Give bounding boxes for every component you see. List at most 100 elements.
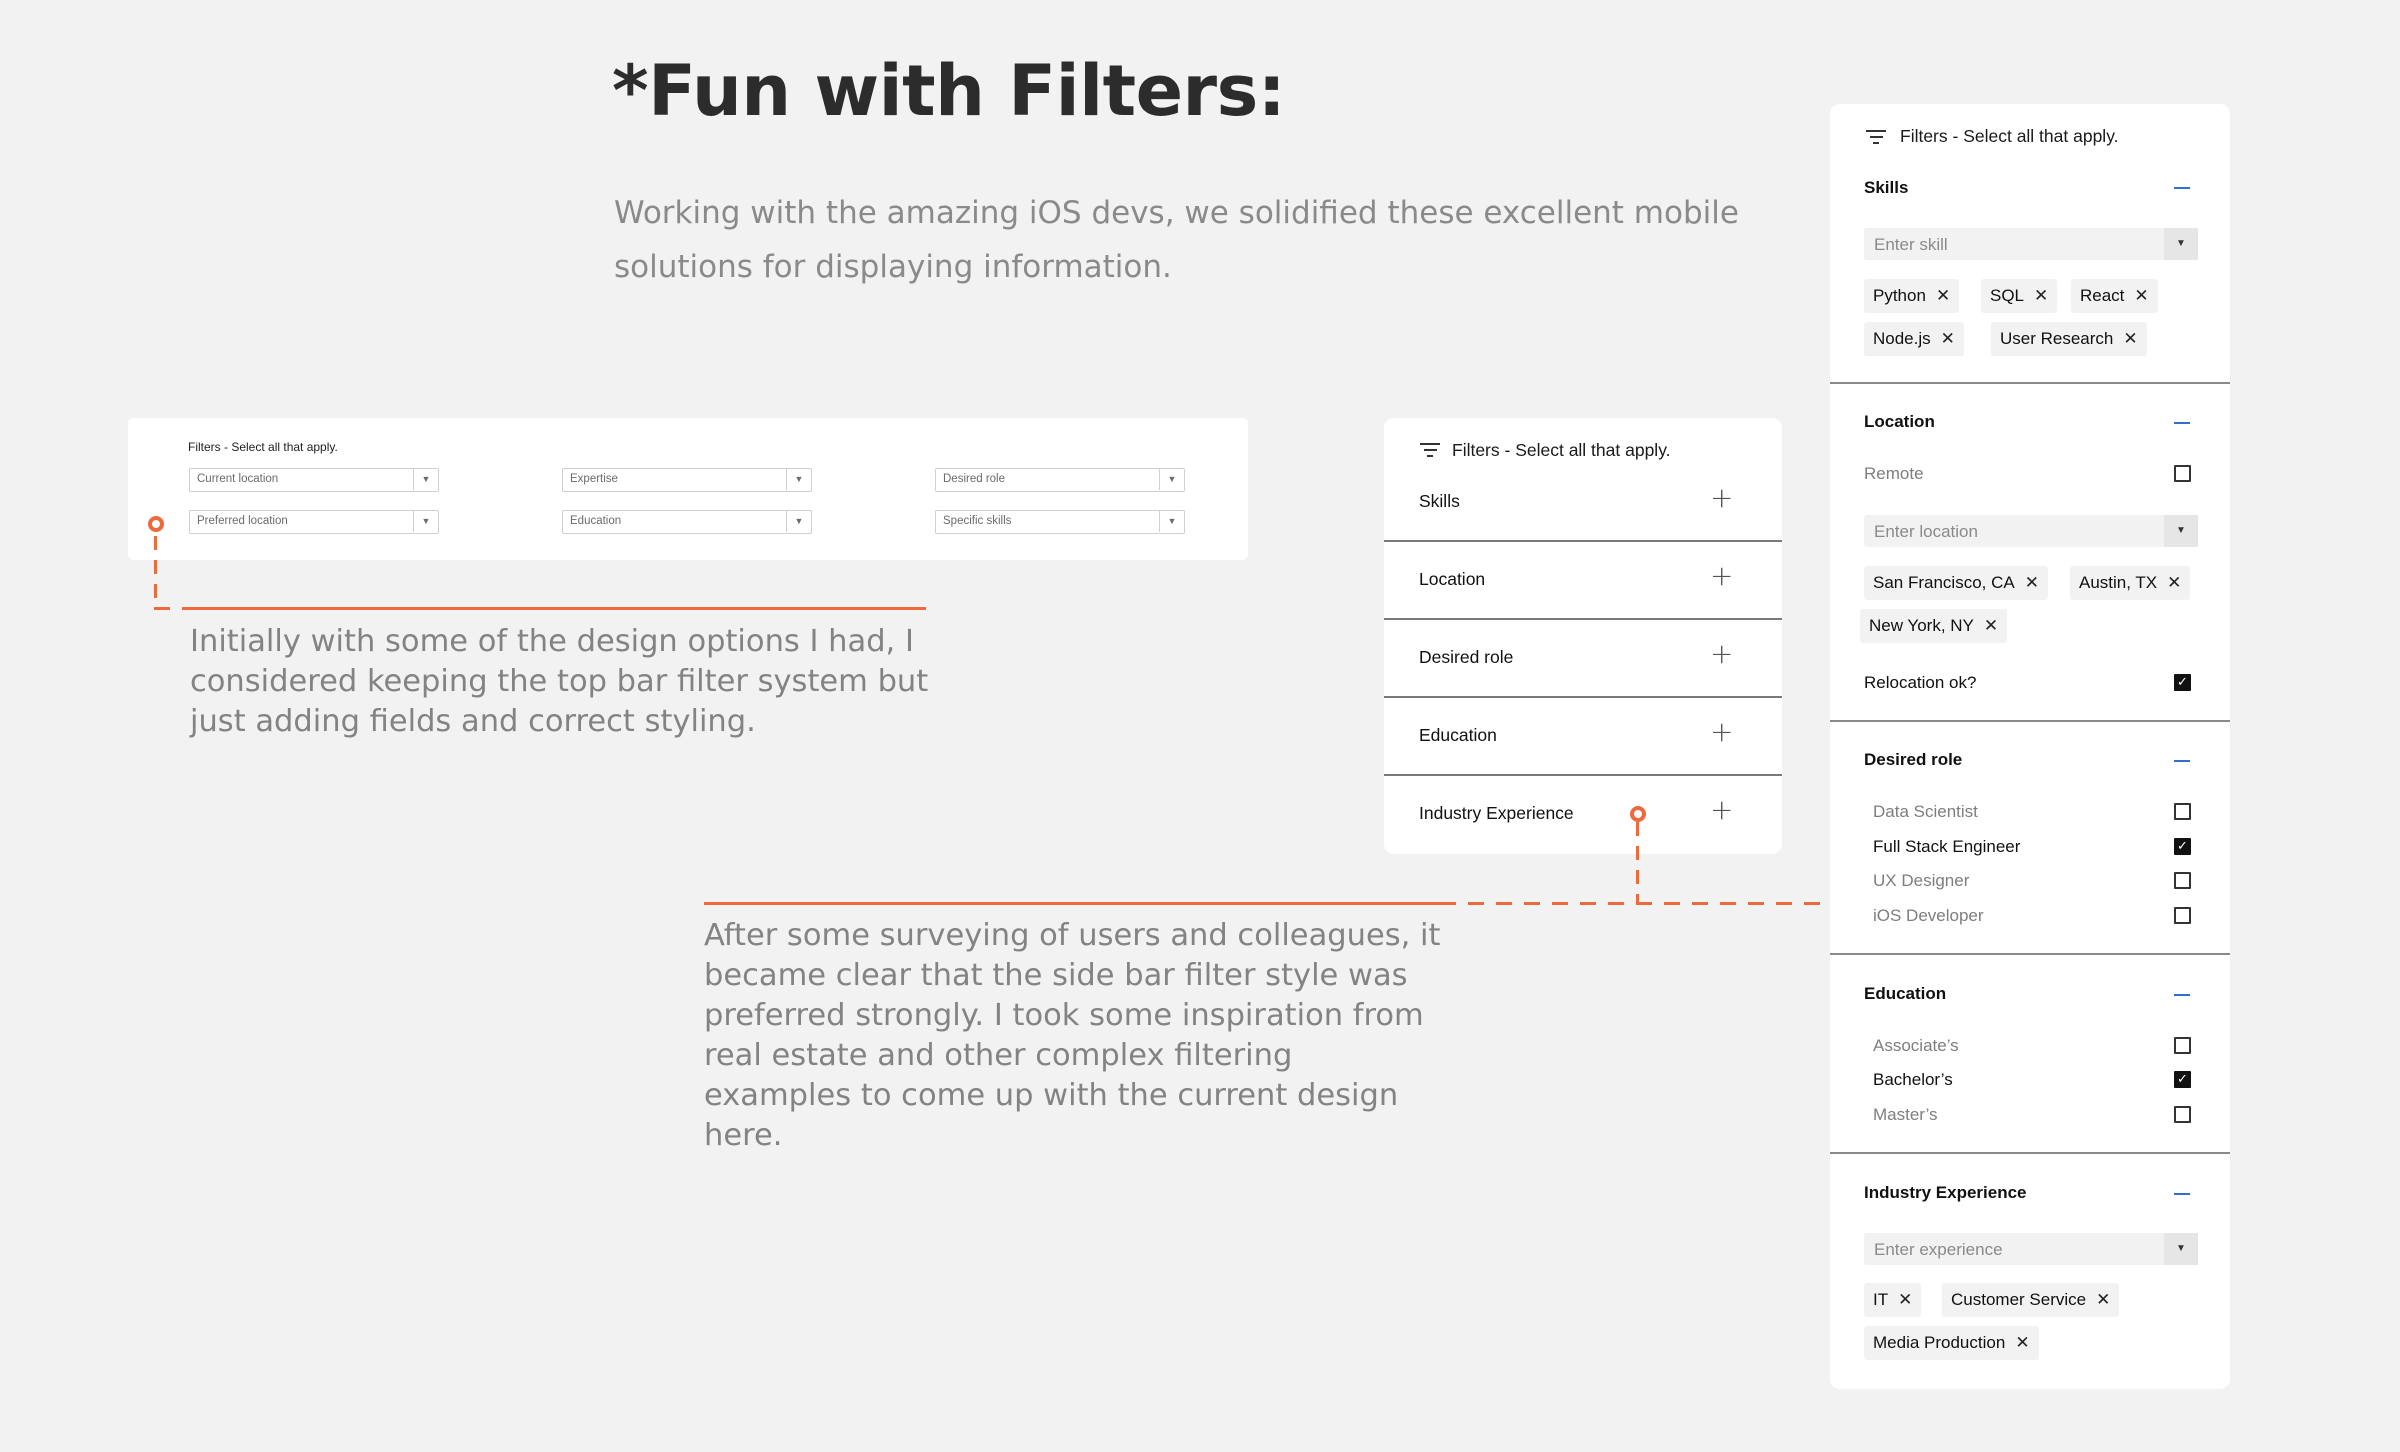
divider: [1830, 953, 2230, 955]
section-title-industry-experience: Industry Experience: [1864, 1183, 2027, 1202]
plus-icon[interactable]: +: [1710, 793, 1733, 826]
skill-chip: React ✕: [2071, 279, 2158, 313]
sidebar-section-education[interactable]: Education +: [1384, 715, 1782, 803]
skill-chip: SQL ✕: [1981, 279, 2058, 313]
select-label: Current location: [197, 473, 279, 485]
select-label: Specific skills: [943, 515, 1012, 527]
sidebar-expanded-card: Filters - Select all that apply. Skills …: [1830, 104, 2230, 1389]
close-icon[interactable]: ✕: [1936, 286, 1950, 306]
location-chip: New York, NY ✕: [1860, 609, 2008, 643]
annotation-rule: [704, 902, 1440, 905]
industry-chip: Media Production ✕: [1864, 1326, 2039, 1360]
plus-icon[interactable]: +: [1710, 715, 1733, 748]
close-icon[interactable]: ✕: [2134, 286, 2148, 306]
sidebar-section-location[interactable]: Location +: [1384, 559, 1782, 647]
skill-input[interactable]: Enter skill ▼: [1864, 228, 2198, 260]
divider: [1384, 540, 1782, 542]
specific-skills-select[interactable]: Specific skills ▼: [935, 510, 1185, 534]
sidebar-section-desired-role[interactable]: Desired role +: [1384, 637, 1782, 725]
education-option-label: Master’s: [1873, 1105, 1938, 1124]
select-label: Expertise: [570, 473, 618, 485]
education-checkbox-associates[interactable]: [2174, 1037, 2191, 1054]
close-icon[interactable]: ✕: [1984, 616, 1998, 636]
role-option-label: iOS Developer: [1873, 906, 1984, 925]
close-icon[interactable]: ✕: [2015, 1333, 2029, 1353]
chip-label: React: [2080, 286, 2125, 305]
experience-input[interactable]: Enter experience ▼: [1864, 1233, 2198, 1265]
section-label: Skills: [1419, 491, 1460, 511]
checkmark-icon: ✓: [2177, 675, 2188, 690]
skill-chip: Python ✕: [1864, 279, 1960, 313]
topbar-filter-title: Filters - Select all that apply.: [188, 440, 338, 454]
close-icon[interactable]: ✕: [2123, 329, 2137, 349]
note-topbar: Initially with some of the design option…: [190, 624, 929, 739]
chip-label: Customer Service: [1951, 1290, 2087, 1309]
minus-icon[interactable]: [2174, 760, 2190, 762]
education-checkbox-masters[interactable]: [2174, 1106, 2191, 1123]
expertise-select[interactable]: Expertise ▼: [562, 468, 812, 492]
location-input[interactable]: Enter location ▼: [1864, 515, 2198, 547]
role-checkbox-ux-designer[interactable]: [2174, 872, 2191, 889]
sidebar-collapsed-card: Filters - Select all that apply. Skills …: [1384, 418, 1782, 854]
filter-icon: [1866, 130, 1886, 146]
current-location-select[interactable]: Current location ▼: [189, 468, 439, 492]
note-sidebar: After some surveying of users and collea…: [704, 918, 1441, 1153]
plus-icon[interactable]: +: [1710, 481, 1733, 514]
annotation-connector: [154, 607, 186, 610]
caret-down-icon[interactable]: ▼: [2164, 228, 2198, 260]
remote-label: Remote: [1864, 464, 1924, 483]
caret-down-icon[interactable]: ▼: [2164, 515, 2198, 547]
education-option-label: Bachelor’s: [1873, 1070, 1953, 1089]
caret-down-icon: ▼: [413, 469, 438, 490]
section-title-education: Education: [1864, 984, 1947, 1003]
close-icon[interactable]: ✕: [2025, 573, 2039, 593]
annotation-connector: [1440, 902, 1840, 905]
minus-icon[interactable]: [2174, 422, 2190, 424]
caret-down-icon[interactable]: ▼: [2164, 1233, 2198, 1265]
close-icon[interactable]: ✕: [2096, 1290, 2110, 1310]
chip-label: Python: [1873, 286, 1926, 305]
plus-icon[interactable]: +: [1710, 637, 1733, 670]
annotation-rule: [186, 607, 926, 610]
caret-down-icon: ▼: [413, 511, 438, 532]
select-label: Desired role: [943, 473, 1005, 485]
remote-checkbox[interactable]: [2174, 465, 2191, 482]
divider: [1830, 382, 2230, 384]
skill-chip: Node.js ✕: [1864, 322, 1964, 356]
minus-icon[interactable]: [2174, 187, 2190, 189]
skill-chip: User Research ✕: [1991, 322, 2147, 356]
section-title-skills: Skills: [1864, 178, 1909, 197]
caret-down-icon: ▼: [1159, 469, 1184, 490]
sidebar-section-skills[interactable]: Skills +: [1384, 481, 1782, 569]
close-icon[interactable]: ✕: [2034, 286, 2048, 306]
role-checkbox-full-stack-engineer[interactable]: ✓: [2174, 838, 2191, 855]
industry-chip: Customer Service ✕: [1942, 1283, 2120, 1317]
role-checkbox-ios-developer[interactable]: [2174, 907, 2191, 924]
preferred-location-select[interactable]: Preferred location ▼: [189, 510, 439, 534]
sidebar-section-industry-experience[interactable]: Industry Experience +: [1384, 793, 1782, 854]
section-label: Education: [1419, 725, 1497, 745]
role-option-label: Data Scientist: [1873, 802, 1978, 821]
checkmark-icon: ✓: [2177, 839, 2188, 854]
close-icon[interactable]: ✕: [2167, 573, 2181, 593]
minus-icon[interactable]: [2174, 994, 2190, 996]
expanded-filter-title: Filters - Select all that apply.: [1900, 126, 2119, 146]
role-checkbox-data-scientist[interactable]: [2174, 803, 2191, 820]
close-icon[interactable]: ✕: [1898, 1290, 1912, 1310]
relocation-checkbox[interactable]: ✓: [2174, 674, 2191, 691]
minus-icon[interactable]: [2174, 1193, 2190, 1195]
location-chip: Austin, TX ✕: [2070, 566, 2191, 600]
select-label: Preferred location: [197, 515, 288, 527]
education-select[interactable]: Education ▼: [562, 510, 812, 534]
desired-role-select[interactable]: Desired role ▼: [935, 468, 1185, 492]
role-option-label: Full Stack Engineer: [1873, 837, 2021, 856]
plus-icon[interactable]: +: [1710, 559, 1733, 592]
chip-label: San Francisco, CA: [1873, 573, 2015, 592]
sidebar-filter-title: Filters - Select all that apply.: [1452, 440, 1671, 460]
page-subtitle: Working with the amazing iOS devs, we so…: [614, 195, 1739, 285]
education-checkbox-bachelors[interactable]: ✓: [2174, 1071, 2191, 1088]
section-title-desired-role: Desired role: [1864, 750, 1963, 769]
chip-label: Node.js: [1873, 329, 1931, 348]
chip-label: User Research: [2000, 329, 2114, 348]
close-icon[interactable]: ✕: [1941, 329, 1955, 349]
